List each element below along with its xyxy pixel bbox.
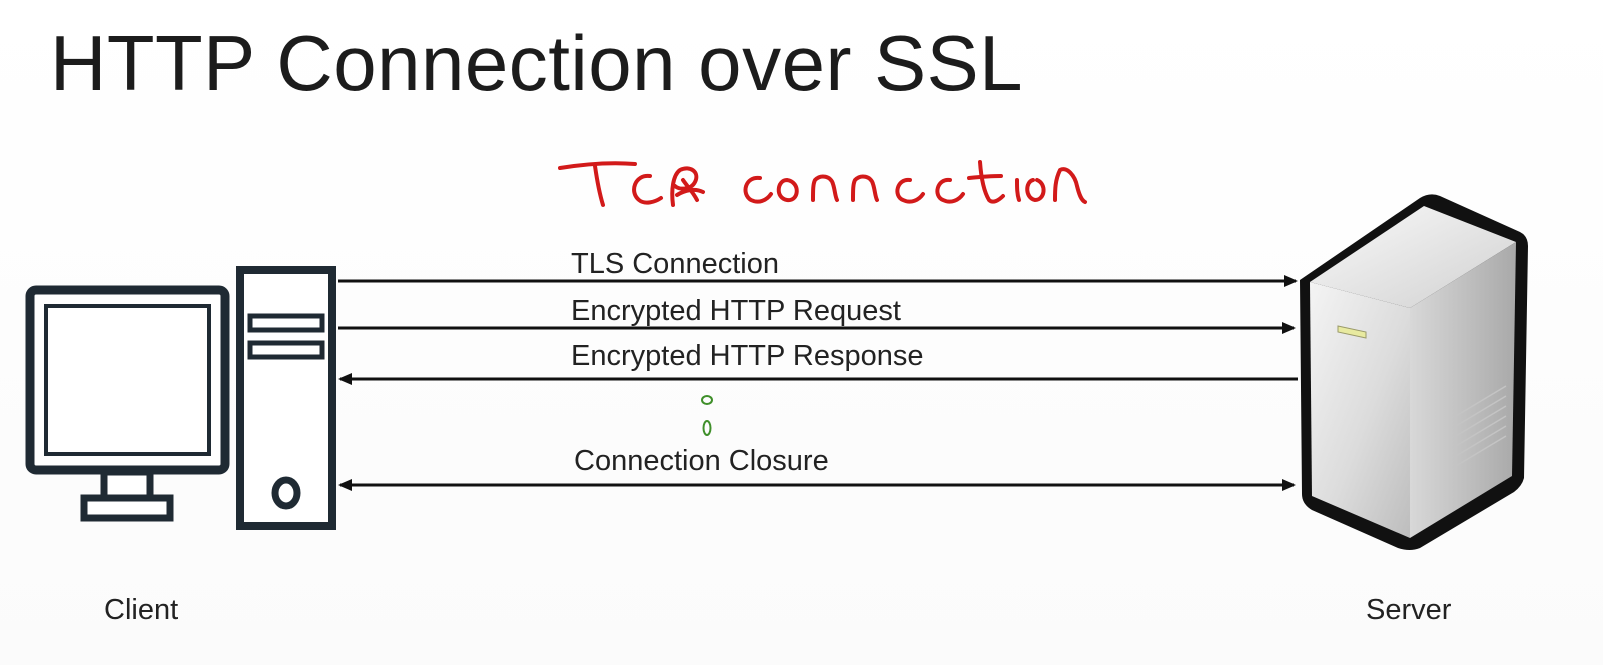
server-icon [1300, 194, 1528, 550]
message-label-encrypted-http-response: Encrypted HTTP Response [571, 340, 924, 372]
server-label: Server [1366, 594, 1452, 626]
client-monitor-icon [25, 285, 230, 522]
handwritten-continuation-marks [701, 395, 713, 436]
client-tower-icon [236, 266, 336, 530]
message-label-tls-connection: TLS Connection [571, 248, 779, 280]
message-label-connection-closure: Connection Closure [574, 445, 829, 477]
message-label-encrypted-http-request: Encrypted HTTP Request [571, 295, 901, 327]
sequence-diagram [25, 194, 1528, 550]
client-label: Client [104, 594, 179, 626]
slide: HTTP Connection over SSL TLS Connection … [0, 0, 1603, 665]
